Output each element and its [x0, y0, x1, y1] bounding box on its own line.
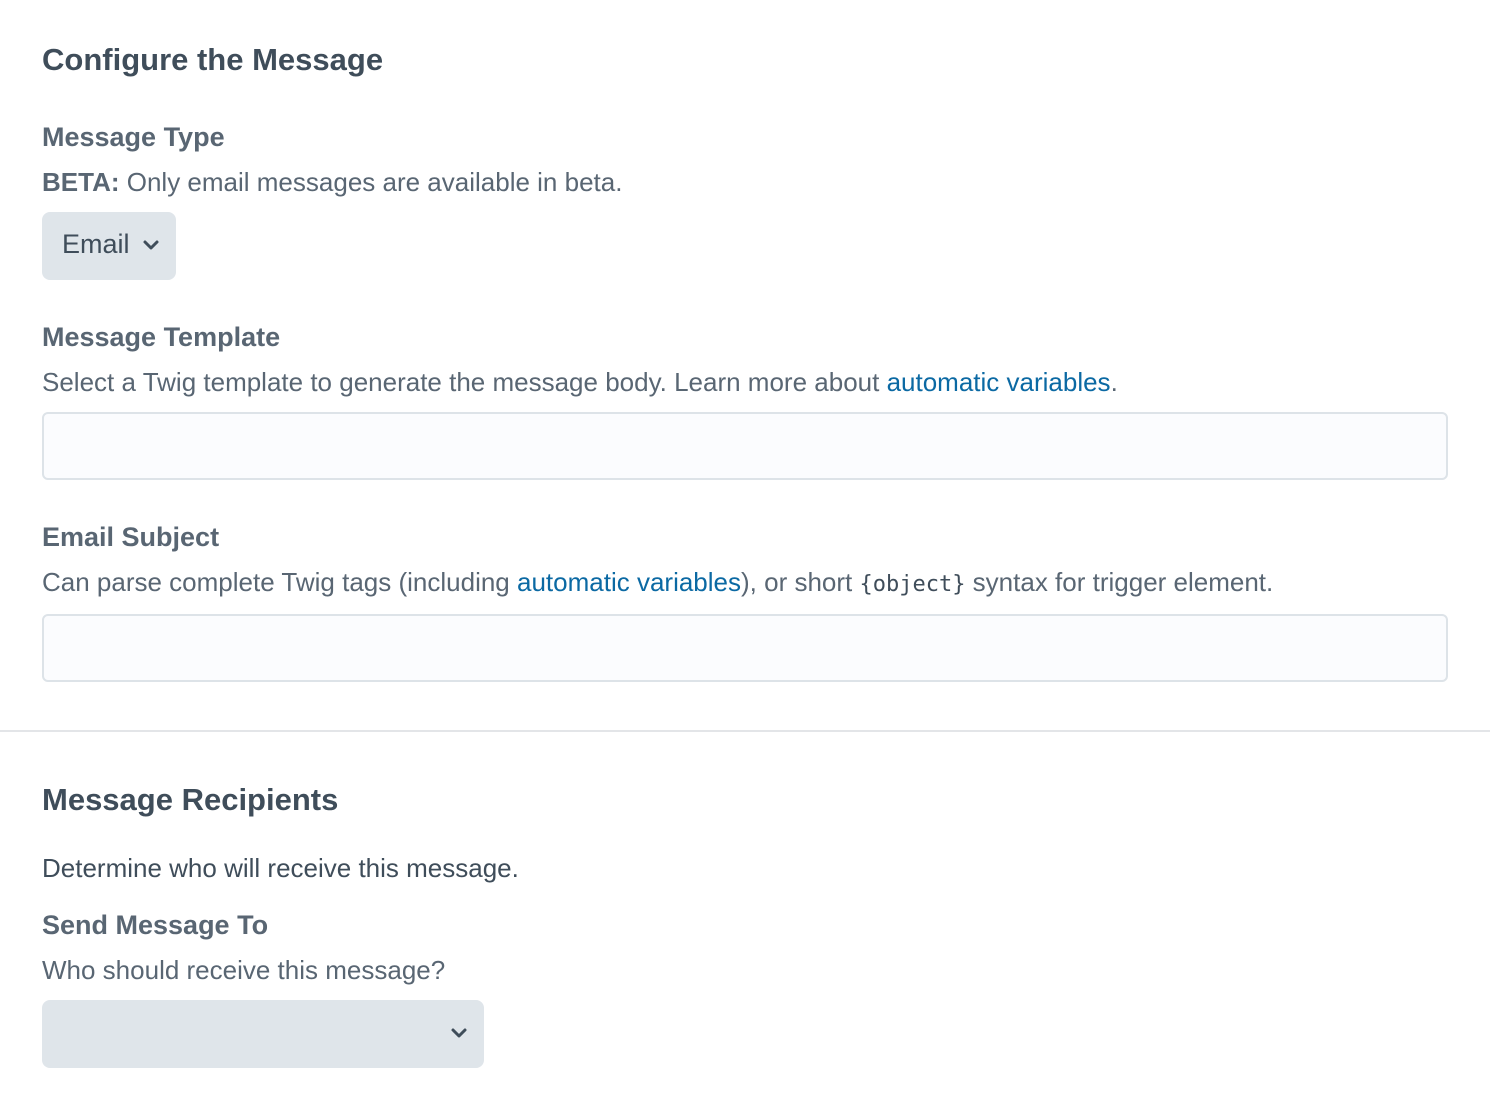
message-template-label: Message Template [42, 322, 281, 352]
email-subject-input[interactable] [42, 614, 1448, 682]
email-subject-instructions-text: Can parse complete Twig tags (including [42, 567, 517, 597]
email-subject-instructions: Can parse complete Twig tags (including … [42, 569, 1273, 596]
message-template-instructions: Select a Twig template to generate the m… [42, 369, 1118, 395]
message-template-instructions-text: Select a Twig template to generate the m… [42, 367, 887, 397]
automatic-variables-link[interactable]: automatic variables [887, 367, 1111, 397]
email-subject-label: Email Subject [42, 522, 220, 552]
send-message-to-select[interactable] [42, 1000, 484, 1068]
send-message-to-label: Send Message To [42, 910, 269, 940]
email-subject-instructions-suffix: syntax for trigger element. [965, 567, 1274, 597]
email-subject-instructions-mid: ), or short [741, 567, 860, 597]
message-type-selected-value: Email [62, 229, 130, 259]
automatic-variables-link[interactable]: automatic variables [517, 567, 741, 597]
beta-badge-text: BETA: [42, 167, 120, 197]
configure-section-title: Configure the Message [42, 42, 384, 77]
message-template-input[interactable] [42, 412, 1448, 480]
object-syntax-code: {object} [859, 572, 966, 597]
message-type-select[interactable]: Email [42, 212, 176, 280]
send-message-to-instructions: Who should receive this message? [42, 955, 446, 985]
chevron-down-icon [451, 1028, 467, 1038]
section-divider [0, 730, 1490, 732]
message-type-instructions-text: Only email messages are available in bet… [119, 167, 623, 197]
message-type-label: Message Type [42, 122, 225, 152]
message-type-instructions: BETA: Only email messages are available … [42, 169, 622, 195]
recipients-intro: Determine who will receive this message. [42, 853, 519, 883]
recipients-section-title: Message Recipients [42, 782, 339, 817]
message-template-instructions-suffix: . [1110, 367, 1118, 397]
chevron-down-icon [143, 240, 159, 250]
